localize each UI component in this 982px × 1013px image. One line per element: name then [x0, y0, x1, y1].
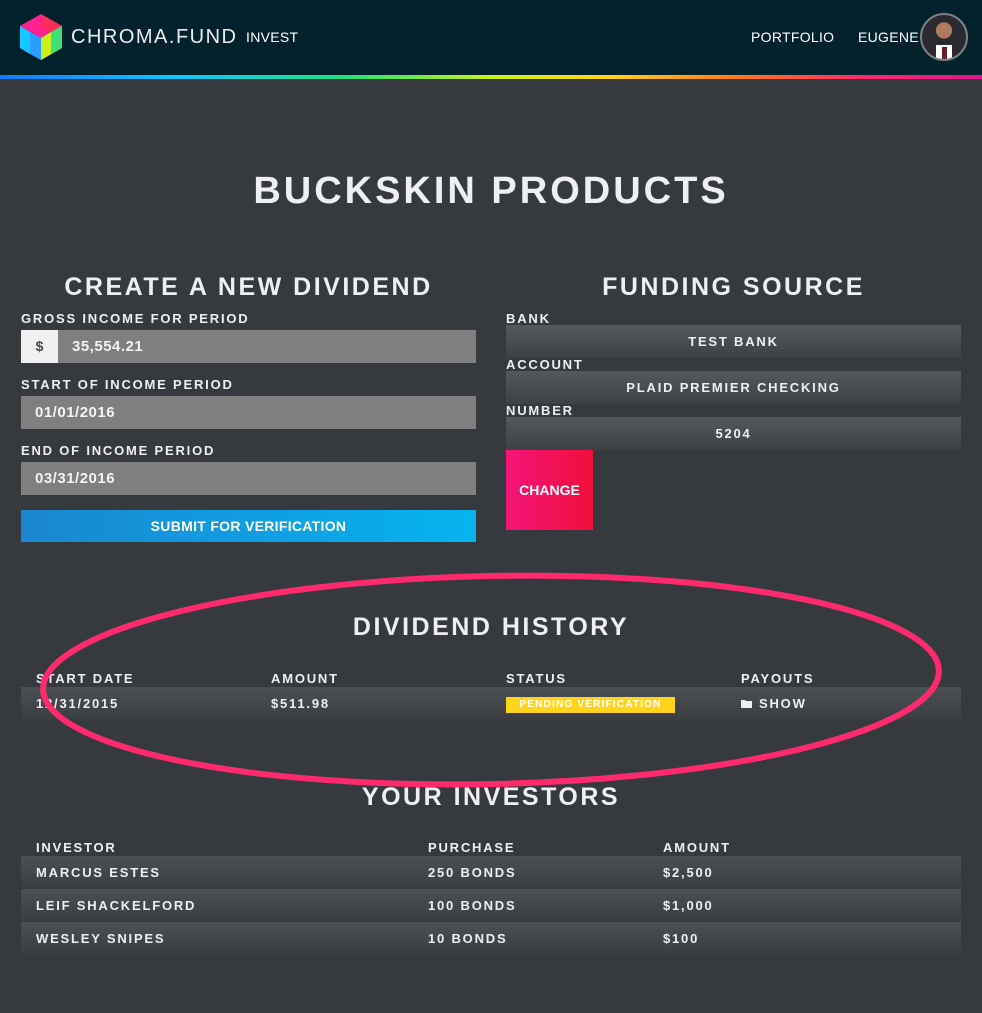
dividend-amount: $511.98 — [271, 696, 330, 711]
gross-income-label: GROSS INCOME FOR PERIOD — [21, 311, 250, 326]
show-payouts-link[interactable]: SHOW — [759, 696, 807, 711]
investor-amount: $100 — [663, 931, 700, 946]
status-badge: PENDING VERIFICATION — [506, 697, 675, 713]
start-period-input[interactable]: 01/01/2016 — [21, 396, 476, 429]
end-period-label: END OF INCOME PERIOD — [21, 443, 216, 458]
investor-amount: $2,500 — [663, 865, 714, 880]
investor-purchase: 250 BONDS — [428, 865, 517, 880]
investor-name: MARCUS ESTES — [36, 865, 161, 880]
investor-name: LEIF SHACKELFORD — [36, 898, 197, 913]
dividend-start-date: 12/31/2015 — [36, 696, 120, 711]
account-value: PLAID PREMIER CHECKING — [506, 371, 961, 404]
column-header-start-date[interactable]: START DATE — [36, 671, 134, 686]
column-header-amount[interactable]: AMOUNT — [271, 671, 339, 686]
nav-invest-link[interactable]: INVEST — [246, 29, 298, 45]
user-name-link[interactable]: EUGENE — [858, 29, 919, 45]
start-period-label: START OF INCOME PERIOD — [21, 377, 234, 392]
dividend-history-title: DIVIDEND HISTORY — [352, 613, 630, 641]
column-header-payouts[interactable]: PAYOUTS — [741, 671, 814, 686]
column-header-purchase[interactable]: PURCHASE — [428, 840, 515, 855]
investors-title: YOUR INVESTORS — [361, 783, 621, 811]
bank-label: BANK — [506, 311, 551, 326]
column-header-status[interactable]: STATUS — [506, 671, 567, 686]
account-label: ACCOUNT — [506, 357, 584, 372]
account-number-value: 5204 — [506, 417, 961, 450]
column-header-investment-amount[interactable]: AMOUNT — [663, 840, 731, 855]
table-row — [21, 687, 961, 720]
currency-prefix: $ — [21, 330, 58, 363]
avatar-tie — [942, 47, 947, 59]
page-title: BUCKSKIN PRODUCTS — [253, 170, 729, 212]
folder-icon[interactable] — [741, 699, 752, 708]
investor-name: WESLEY SNIPES — [36, 931, 166, 946]
funding-source-title: FUNDING SOURCE — [602, 273, 865, 301]
number-label: NUMBER — [506, 403, 574, 418]
submit-for-verification-button[interactable]: SUBMIT FOR VERIFICATION — [21, 510, 476, 542]
bank-value: TEST BANK — [506, 325, 961, 358]
end-period-input[interactable]: 03/31/2016 — [21, 462, 476, 495]
nav-portfolio-link[interactable]: PORTFOLIO — [751, 29, 834, 45]
rainbow-divider — [0, 75, 982, 79]
brand-name[interactable]: CHROMA.FUND — [71, 26, 238, 49]
gross-income-input[interactable]: 35,554.21 — [58, 330, 476, 363]
chroma-cube-logo-icon[interactable] — [18, 12, 64, 62]
investor-amount: $1,000 — [663, 898, 714, 913]
column-header-investor[interactable]: INVESTOR — [36, 840, 117, 855]
change-funding-button[interactable]: CHANGE — [506, 450, 593, 530]
investor-purchase: 10 BONDS — [428, 931, 508, 946]
new-dividend-title: CREATE A NEW DIVIDEND — [64, 273, 433, 301]
avatar[interactable] — [920, 13, 968, 61]
investor-purchase: 100 BONDS — [428, 898, 517, 913]
